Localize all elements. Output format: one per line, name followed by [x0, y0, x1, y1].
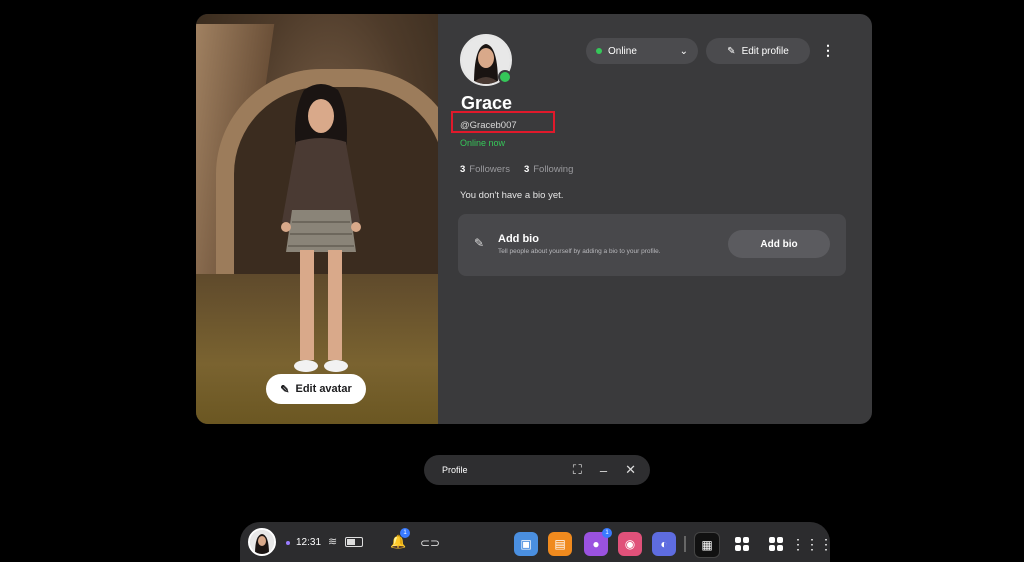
- followers-label: Followers: [469, 164, 510, 175]
- chevron-down-icon: ⌄: [679, 45, 688, 57]
- shop-app-icon[interactable]: ▤: [548, 532, 572, 556]
- expand-icon[interactable]: ⛶: [573, 462, 582, 478]
- window-controls: ⛶ – ✕: [573, 462, 636, 478]
- pencil-icon: ✎: [727, 45, 736, 57]
- avatar-portrait-icon: [250, 530, 274, 554]
- profile-panel: ✎ Edit avatar Online ⌄ ✎ Edit profile ⋮ …: [196, 14, 872, 424]
- battery-icon: [345, 536, 364, 547]
- edit-profile-button[interactable]: ✎ Edit profile: [706, 38, 810, 64]
- add-bio-description: Tell people about yourself by adding a b…: [498, 248, 661, 255]
- pencil-icon: ✎: [280, 383, 290, 396]
- headset-icon[interactable]: ⊂⊃: [420, 536, 440, 550]
- taskbar-avatar[interactable]: [248, 528, 276, 556]
- browser-app-icon[interactable]: ◐: [652, 532, 676, 556]
- add-bio-button[interactable]: Add bio: [728, 230, 830, 258]
- avatar-figure: [281, 84, 361, 372]
- edit-profile-label: Edit profile: [741, 45, 789, 57]
- camera-app-icon[interactable]: ◉: [618, 532, 642, 556]
- wifi-icon: ≋: [328, 536, 338, 548]
- following-link[interactable]: 3 Following: [524, 164, 573, 175]
- notification-badge: 1: [400, 528, 410, 538]
- media-app-icon[interactable]: ▦: [694, 532, 720, 558]
- edit-avatar-label: Edit avatar: [295, 383, 352, 395]
- store-app-icon[interactable]: ▣: [514, 532, 538, 556]
- close-icon[interactable]: ✕: [625, 462, 636, 478]
- people-badge: 1: [602, 528, 612, 538]
- status-dot-icon: [286, 540, 290, 545]
- profile-info: Online ⌄ ✎ Edit profile ⋮ Grace @Graceb0…: [438, 14, 872, 424]
- clock[interactable]: 12:31: [286, 537, 321, 548]
- more-vert-icon[interactable]: ⋮: [821, 42, 835, 59]
- followers-link[interactable]: 3 Followers: [460, 164, 510, 175]
- add-bio-title: Add bio: [498, 233, 539, 245]
- add-bio-card: ✎ Add bio Tell people about yourself by …: [458, 214, 846, 276]
- no-bio-text: You don't have a bio yet.: [460, 190, 564, 201]
- app-library-icon[interactable]: ⋮⋮⋮: [791, 532, 833, 556]
- following-label: Following: [533, 164, 574, 175]
- taskbar: 12:31 ≋ 🔔 1 ⊂⊃ ▣ ▤ ● 1 ◉ ◐ ▦ ⋮⋮⋮: [240, 522, 833, 562]
- apps-grid-icon[interactable]: [730, 532, 754, 556]
- apps-grid-alt-icon[interactable]: [764, 532, 788, 556]
- online-dot-icon: [596, 48, 602, 54]
- online-status-dot: [498, 70, 512, 84]
- window-bar[interactable]: Profile ⛶ – ✕: [424, 455, 650, 485]
- avatar-preview: ✎ Edit avatar: [196, 14, 438, 424]
- online-status-text: Online now: [460, 138, 506, 148]
- edit-avatar-button[interactable]: ✎ Edit avatar: [266, 374, 366, 404]
- status-label: Online: [608, 45, 637, 57]
- username: @Graceb007: [460, 120, 517, 131]
- follow-stats: 3 Followers 3 Following: [460, 164, 573, 175]
- following-count: 3: [523, 164, 530, 175]
- status-dropdown[interactable]: Online ⌄: [586, 38, 698, 64]
- divider: [684, 536, 686, 552]
- system-status[interactable]: ≋: [328, 535, 364, 548]
- followers-count: 3: [460, 164, 466, 175]
- edit-note-icon: ✎: [474, 236, 485, 250]
- minimize-icon[interactable]: –: [600, 463, 607, 478]
- clock-time: 12:31: [296, 537, 322, 548]
- window-title: Profile: [442, 465, 468, 475]
